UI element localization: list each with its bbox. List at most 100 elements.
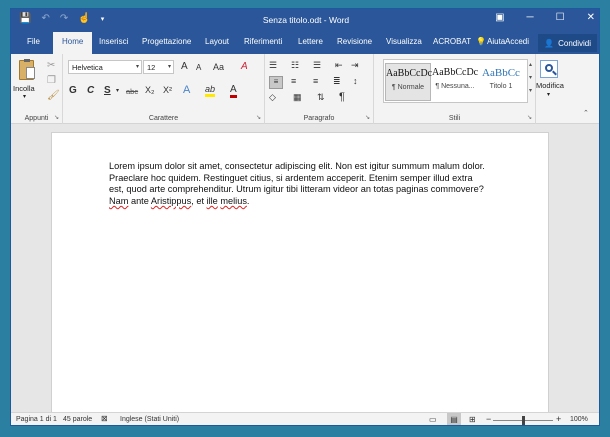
subscript-icon[interactable]: X₂	[145, 85, 155, 95]
tab-view[interactable]: Visualizza	[386, 37, 422, 46]
superscript-icon[interactable]: X²	[163, 85, 172, 95]
dialog-launcher-icon[interactable]: ↘	[527, 114, 532, 121]
style-preview: AaBbCcDc	[386, 68, 433, 79]
chevron-down-icon[interactable]: ▾	[168, 63, 171, 70]
tab-references[interactable]: Riferimenti	[244, 37, 282, 46]
style-normal[interactable]: AaBbCcDc ¶ Normale	[385, 63, 433, 101]
chevron-up-icon[interactable]: ▴	[529, 61, 532, 68]
italic-icon[interactable]: C	[87, 85, 94, 96]
more-styles-icon[interactable]: ▾	[529, 87, 532, 94]
maximize-icon[interactable]: ☐	[556, 12, 565, 23]
strikethrough-icon[interactable]: abc	[126, 87, 138, 96]
misspelled-word[interactable]: Aristippus	[151, 196, 191, 206]
highlight-icon[interactable]: ab	[205, 84, 216, 97]
cut-icon[interactable]: ✂	[47, 60, 55, 71]
search-icon	[540, 60, 558, 78]
justify-icon[interactable]: ≣	[333, 76, 341, 87]
borders-icon[interactable]: ▦	[293, 92, 302, 103]
increase-indent-icon[interactable]: ⇥	[351, 60, 359, 71]
chevron-down-icon[interactable]: ▾	[529, 74, 532, 81]
style-no-spacing[interactable]: AaBbCcDc ¶ Nessuna...	[432, 63, 478, 90]
chevron-down-icon[interactable]: ▾	[136, 63, 139, 70]
shading-icon[interactable]: ◇	[269, 92, 276, 103]
zoom-out-button[interactable]: −	[486, 414, 491, 424]
chevron-down-icon[interactable]: ▾	[116, 87, 119, 94]
bullets-icon[interactable]: ☰	[269, 60, 277, 71]
group-clipboard: Incolla ▾ ✂ ❐ 🖌 Appunti ↘	[11, 54, 63, 124]
dialog-launcher-icon[interactable]: ↘	[54, 114, 59, 121]
dialog-launcher-icon[interactable]: ↘	[256, 114, 261, 121]
page-count[interactable]: Pagina 1 di 1	[16, 416, 57, 423]
format-painter-icon[interactable]: 🖌	[47, 90, 60, 101]
tab-file[interactable]: File	[27, 37, 40, 46]
line-spacing-icon[interactable]: ↕	[353, 76, 358, 86]
style-preview: AaBbCc	[482, 67, 520, 79]
dialog-launcher-icon[interactable]: ↘	[365, 114, 370, 121]
align-center-icon[interactable]: ≡	[291, 76, 296, 86]
paste-caret-icon: ▾	[23, 94, 27, 100]
font-size-value: 12	[147, 63, 156, 72]
tab-home[interactable]: Home	[53, 32, 93, 54]
status-bar: Pagina 1 di 1 45 parole ⊠ Inglese (Stati…	[11, 412, 599, 425]
group-font: Helvetica ▾ 12 ▾ A A Aa A G C S ▾ abc X₂…	[63, 54, 265, 124]
decrease-indent-icon[interactable]: ⇤	[335, 60, 343, 71]
grow-font-icon[interactable]: A	[181, 61, 188, 72]
document-body[interactable]: Lorem ipsum dolor sit amet, consectetur …	[109, 161, 489, 207]
multilevel-list-icon[interactable]: ☰	[313, 60, 321, 71]
bold-icon[interactable]: G	[69, 85, 77, 96]
paste-label: Incolla	[13, 84, 35, 93]
sort-icon[interactable]: ⇅	[317, 92, 325, 103]
align-left-icon[interactable]: ≡	[269, 76, 283, 89]
numbering-icon[interactable]: ☷	[291, 60, 299, 71]
close-icon[interactable]: ✕	[587, 12, 595, 23]
style-preview: AaBbCcDc	[432, 67, 479, 78]
document-area: Lorem ipsum dolor sit amet, consectetur …	[11, 124, 599, 422]
misspelled-word[interactable]: melius	[220, 196, 247, 206]
underline-icon[interactable]: S	[104, 85, 111, 96]
person-icon: 👤	[544, 38, 555, 48]
zoom-in-button[interactable]: +	[556, 414, 561, 424]
tab-mailings[interactable]: Lettere	[298, 37, 323, 46]
font-color-icon[interactable]: A	[230, 84, 237, 98]
tab-layout[interactable]: Layout	[205, 37, 229, 46]
font-name-box[interactable]: Helvetica ▾	[68, 60, 142, 74]
language[interactable]: Inglese (Stati Uniti)	[120, 416, 179, 423]
shrink-font-icon[interactable]: A	[196, 63, 201, 72]
style-heading-1[interactable]: AaBbCc Titolo 1	[478, 63, 524, 90]
style-gallery: AaBbCcDc ¶ Normale AaBbCcDc ¶ Nessuna...…	[383, 59, 528, 103]
tab-insert[interactable]: Inserisci	[99, 37, 128, 46]
align-right-icon[interactable]: ≡	[313, 76, 318, 86]
font-size-box[interactable]: 12 ▾	[143, 60, 174, 74]
word-window: 💾 ↶ ↷ ☝ ▾ Senza titolo.odt - Word ▣ ─ ☐ …	[10, 8, 600, 426]
read-mode-icon[interactable]: ▭	[429, 415, 437, 424]
title-bar: 💾 ↶ ↷ ☝ ▾ Senza titolo.odt - Word ▣ ─ ☐ …	[11, 9, 599, 32]
text-effects-icon[interactable]: A	[183, 84, 190, 96]
group-editing[interactable]: Modifica ▾ ⌃	[536, 54, 599, 124]
tab-acrobat[interactable]: ACROBAT	[433, 37, 471, 46]
tell-me-label[interactable]: Aiuta	[487, 37, 505, 46]
paste-button[interactable]: Incolla ▾	[13, 59, 39, 102]
web-layout-icon[interactable]: ⊞	[469, 415, 476, 424]
sign-in-link[interactable]: Accedi	[505, 37, 529, 46]
show-marks-icon[interactable]: ¶	[339, 91, 345, 103]
zoom-level[interactable]: 100%	[570, 416, 588, 423]
print-layout-icon[interactable]: ▤	[447, 413, 461, 425]
tab-review[interactable]: Revisione	[337, 37, 372, 46]
minimize-icon[interactable]: ─	[527, 12, 534, 23]
copy-icon[interactable]: ❐	[47, 75, 56, 86]
tab-design[interactable]: Progettazione	[142, 37, 191, 46]
clear-formatting-icon[interactable]: A	[241, 61, 248, 72]
editing-label: Modifica	[536, 81, 564, 90]
change-case-icon[interactable]: Aa	[213, 62, 224, 72]
collapse-ribbon-icon[interactable]: ⌃	[583, 109, 589, 117]
share-label: Condividi	[558, 38, 591, 48]
proofing-icon[interactable]: ⊠	[101, 414, 108, 423]
zoom-slider-thumb[interactable]	[521, 416, 525, 425]
misspelled-word[interactable]: ille	[207, 196, 218, 206]
share-button[interactable]: 👤 Condividi	[538, 34, 597, 52]
ribbon-display-options-icon[interactable]: ▣	[495, 12, 504, 23]
word-count[interactable]: 45 parole	[63, 416, 92, 423]
tell-me-icon[interactable]: 💡	[476, 37, 486, 46]
document-page[interactable]: Lorem ipsum dolor sit amet, consectetur …	[51, 132, 549, 422]
misspelled-word[interactable]: Nam	[109, 196, 128, 206]
